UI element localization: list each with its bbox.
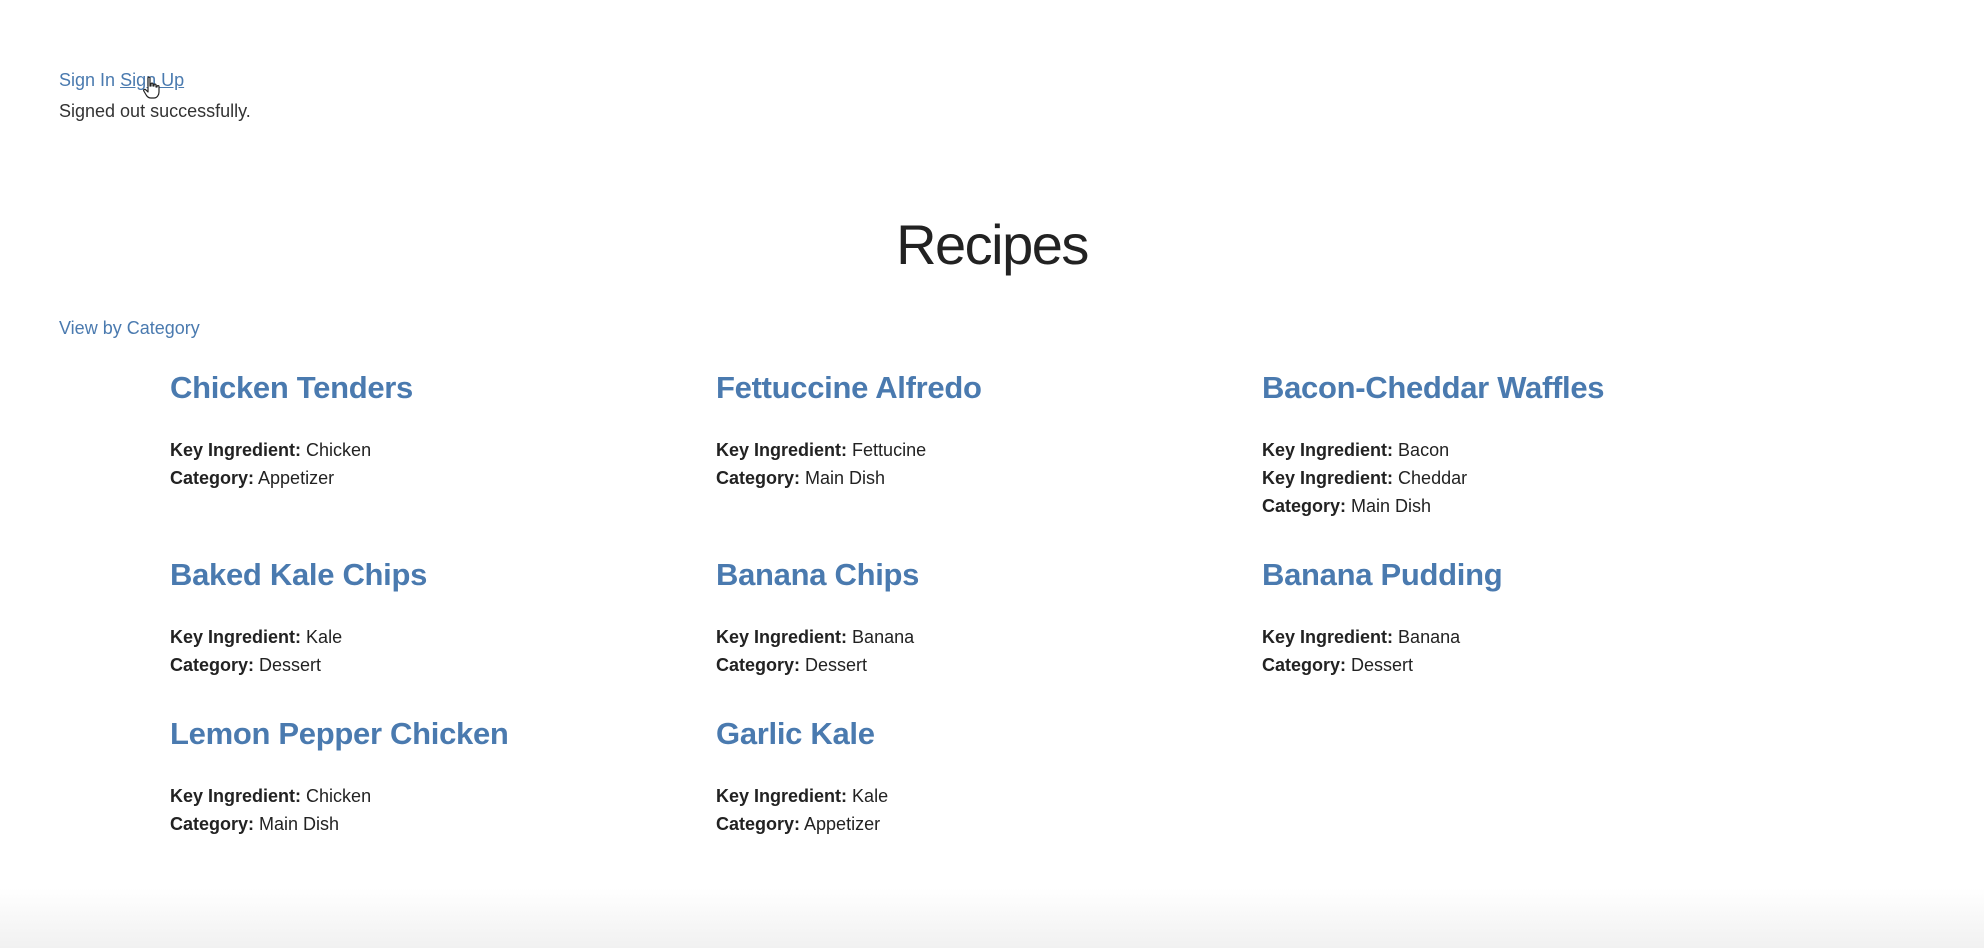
key-ingredient-label: Key Ingredient: [1262, 627, 1394, 647]
category-value: Main Dish [1351, 496, 1432, 516]
recipe-title-link[interactable]: Bacon-Cheddar Waffles [1262, 368, 1782, 408]
key-ingredient-row: Key Ingredient: Fettucine [716, 436, 1236, 464]
category-value: Appetizer [258, 468, 335, 488]
category-row: Category: Dessert [1262, 651, 1782, 679]
category-row: Category: Dessert [170, 651, 690, 679]
recipe-details: Key Ingredient: Banana Category: Dessert [1262, 623, 1782, 679]
key-ingredient-label: Key Ingredient: [1262, 440, 1394, 460]
hand-pointer-icon [143, 76, 160, 99]
recipe-card: Fettuccine Alfredo Key Ingredient: Fettuc… [716, 368, 1236, 492]
key-ingredient-value: Bacon [1398, 440, 1450, 460]
category-label: Category: [1262, 496, 1347, 516]
bottom-fade [0, 888, 1984, 948]
recipe-title-link[interactable]: Banana Pudding [1262, 555, 1782, 595]
key-ingredient-label: Key Ingredient: [716, 786, 848, 806]
page-title: Recipes [896, 213, 1089, 276]
recipe-details: Key Ingredient: Chicken Category: Main Di… [170, 782, 690, 838]
category-label: Category: [716, 468, 801, 488]
category-label: Category: [170, 655, 255, 675]
category-row: Category: Appetizer [170, 464, 690, 492]
key-ingredient-row: Key Ingredient: Kale [170, 623, 690, 651]
recipe-title-link[interactable]: Garlic Kale [716, 714, 1236, 754]
key-ingredient-value: Fettucine [852, 440, 927, 460]
key-ingredient-value: Cheddar [1398, 468, 1468, 488]
key-ingredient-label: Key Ingredient: [716, 627, 848, 647]
recipe-details: Key Ingredient: Fettucine Category: Main … [716, 436, 1236, 492]
category-label: Category: [170, 814, 255, 834]
key-ingredient-label: Key Ingredient: [716, 440, 848, 460]
category-row: Category: Main Dish [170, 810, 690, 838]
category-value: Dessert [1351, 655, 1414, 675]
category-value: Dessert [805, 655, 868, 675]
recipe-title-link[interactable]: Fettuccine Alfredo [716, 368, 1236, 408]
key-ingredient-value: Chicken [306, 786, 372, 806]
sign-in-link[interactable]: Sign In [59, 70, 115, 90]
recipes-page: Sign In Sign Up Signed out successfully.… [0, 0, 1984, 948]
flash-notice: Signed out successfully. [59, 101, 251, 121]
recipe-card: Lemon Pepper Chicken Key Ingredient: Chic… [170, 714, 690, 838]
key-ingredient-row: Key Ingredient: Cheddar [1262, 464, 1782, 492]
category-row: Category: Appetizer [716, 810, 1236, 838]
category-row: Category: Dessert [716, 651, 1236, 679]
recipe-details: Key Ingredient: Chicken Category: Appetiz… [170, 436, 690, 492]
recipe-card: Banana Pudding Key Ingredient: Banana Cate… [1262, 555, 1782, 679]
category-label: Category: [716, 814, 801, 834]
recipe-card: Bacon-Cheddar Waffles Key Ingredient: Bac… [1262, 368, 1782, 520]
category-value: Main Dish [805, 468, 886, 488]
recipe-card: Banana Chips Key Ingredient: Banana Catego… [716, 555, 1236, 679]
auth-links: Sign In Sign Up [59, 70, 184, 91]
key-ingredient-value: Banana [852, 627, 915, 647]
recipe-details: Key Ingredient: Kale Category: Appetizer [716, 782, 1236, 838]
recipe-details: Key Ingredient: Banana Category: Dessert [716, 623, 1236, 679]
key-ingredient-row: Key Ingredient: Chicken [170, 782, 690, 810]
key-ingredient-label: Key Ingredient: [170, 786, 302, 806]
category-label: Category: [716, 655, 801, 675]
recipe-details: Key Ingredient: Bacon Key Ingredient: Che… [1262, 436, 1782, 520]
category-row: Category: Main Dish [716, 464, 1236, 492]
key-ingredient-label: Key Ingredient: [170, 440, 302, 460]
category-value: Dessert [259, 655, 322, 675]
key-ingredient-row: Key Ingredient: Banana [1262, 623, 1782, 651]
recipe-title-link[interactable]: Lemon Pepper Chicken [170, 714, 690, 754]
recipe-title-link[interactable]: Chicken Tenders [170, 368, 690, 408]
key-ingredient-row: Key Ingredient: Kale [716, 782, 1236, 810]
key-ingredient-value: Kale [306, 627, 343, 647]
key-ingredient-row: Key Ingredient: Chicken [170, 436, 690, 464]
category-label: Category: [170, 468, 255, 488]
category-value: Main Dish [259, 814, 340, 834]
key-ingredient-value: Banana [1398, 627, 1461, 647]
category-row: Category: Main Dish [1262, 492, 1782, 520]
view-by-category-link[interactable]: View by Category [59, 318, 200, 339]
key-ingredient-value: Kale [852, 786, 889, 806]
recipe-card: Garlic Kale Key Ingredient: Kale Category:… [716, 714, 1236, 838]
key-ingredient-row: Key Ingredient: Bacon [1262, 436, 1782, 464]
recipe-card: Chicken Tenders Key Ingredient: Chicken Ca… [170, 368, 690, 492]
key-ingredient-label: Key Ingredient: [170, 627, 302, 647]
key-ingredient-value: Chicken [306, 440, 372, 460]
category-value: Appetizer [804, 814, 881, 834]
recipe-card: Baked Kale Chips Key Ingredient: Kale Cate… [170, 555, 690, 679]
category-label: Category: [1262, 655, 1347, 675]
recipe-title-link[interactable]: Baked Kale Chips [170, 555, 690, 595]
recipe-details: Key Ingredient: Kale Category: Dessert [170, 623, 690, 679]
key-ingredient-label: Key Ingredient: [1262, 468, 1394, 488]
key-ingredient-row: Key Ingredient: Banana [716, 623, 1236, 651]
recipe-title-link[interactable]: Banana Chips [716, 555, 1236, 595]
